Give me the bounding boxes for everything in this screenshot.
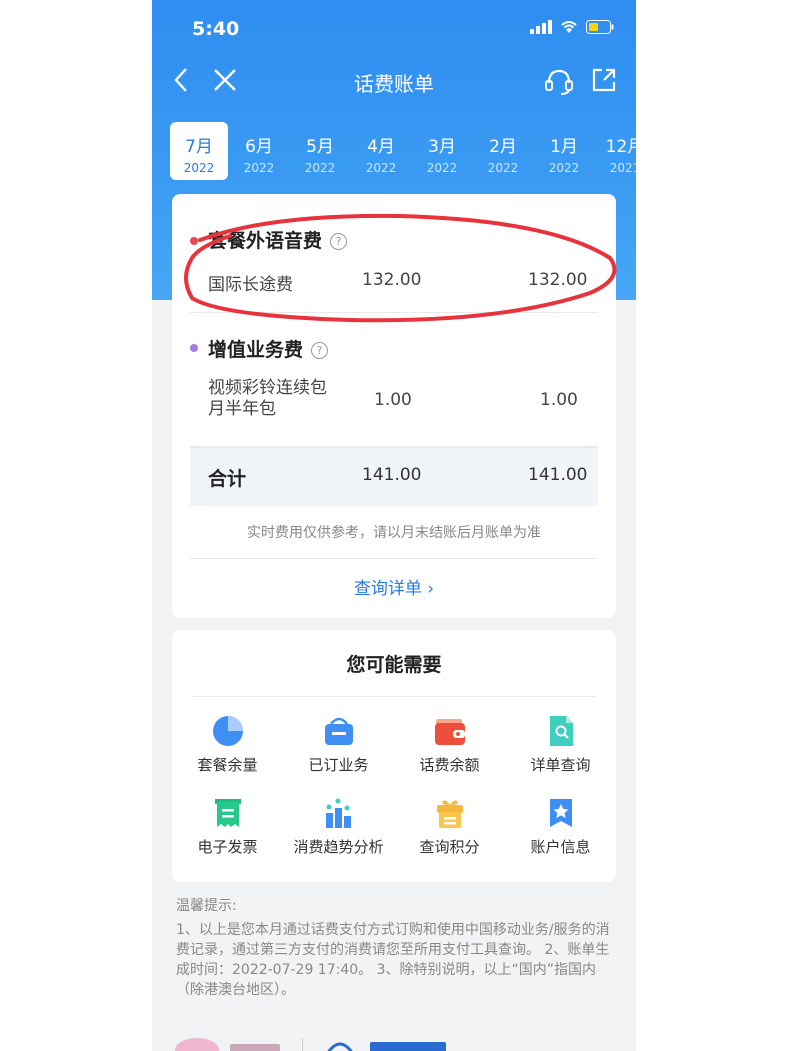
help-icon[interactable]: ? (311, 342, 329, 359)
status-time: 5:40 (192, 18, 240, 40)
section-title: 增值业务费? (208, 335, 329, 362)
tab-month-1[interactable]: 7月 2022 (170, 122, 228, 180)
divider (190, 558, 598, 559)
shortcut-item[interactable]: 详单查询 (505, 714, 616, 775)
logo-strip-icon (175, 1038, 446, 1051)
headset-icon[interactable] (544, 66, 574, 96)
tab-month-2[interactable]: 6月 2022 (229, 122, 289, 180)
status-bar: 5:40 (152, 18, 636, 42)
document-search-icon (549, 716, 573, 746)
footer-logos (152, 1030, 636, 1051)
gift-icon (436, 800, 463, 828)
tips-section: 温馨提示: 1、以上是您本月通过话费支付方式订购和使用中国移动业务/服务的消费记… (176, 896, 616, 1000)
shortcut-item[interactable]: 电子发票 (172, 796, 283, 857)
total-row: 合计 141.00 141.00 (190, 446, 598, 506)
divider (192, 696, 596, 697)
basket-icon (324, 717, 353, 745)
tab-month-4[interactable]: 4月 2022 (351, 122, 411, 180)
shortcut-item[interactable]: 消费趋势分析 (283, 796, 394, 857)
shortcut-item[interactable]: 话费余额 (394, 714, 505, 775)
tab-month-5[interactable]: 3月 2022 (412, 122, 472, 180)
pie-chart-icon (212, 716, 243, 746)
phone-screen: 5:40 话费账单 7月 2022 6月 2022 5月 2022 4月 2022 3月… (152, 0, 636, 1051)
section-title: 您可能需要 (346, 654, 442, 676)
wifi-icon (561, 21, 577, 33)
invoice-icon (214, 799, 241, 827)
bill-row: 视频彩铃连续包 月半年包 1.00 1.00 (208, 378, 578, 419)
nav-bar: 话费账单 (152, 62, 636, 102)
shortcut-item[interactable]: 账户信息 (505, 796, 616, 857)
wallet-icon (434, 719, 465, 745)
share-icon[interactable] (590, 66, 618, 94)
star-badge-icon (549, 799, 572, 827)
shortcut-item[interactable]: 套餐余量 (172, 714, 283, 775)
tab-month-3[interactable]: 5月 2022 (290, 122, 350, 180)
section-dot (190, 344, 198, 352)
month-tabs: 7月 2022 6月 2022 5月 2022 4月 2022 3月 2022 2月 202… (170, 122, 636, 182)
bill-note: 实时费用仅供参考，请以月末结账后月账单为准 (247, 525, 541, 541)
bar-stars-icon (325, 798, 351, 828)
battery-icon (586, 20, 614, 34)
you-may-need-card: 您可能需要 套餐余量 已订业务 话费余额 详单查询 电子发票 消费趋势分析 查询… (172, 630, 616, 882)
shortcut-item[interactable]: 查询积分 (394, 796, 505, 857)
tips-title: 温馨提示: (176, 898, 237, 914)
signal-icon (530, 20, 552, 34)
tab-month-8[interactable]: 12月2021 (595, 122, 636, 180)
tips-body: 1、以上是您本月通过话费支付方式订购和使用中国移动业务/服务的消费记录，通过第三… (176, 922, 610, 998)
red-annotation-circle-icon (184, 213, 617, 323)
tab-month-7[interactable]: 1月 2022 (534, 122, 594, 180)
tab-month-6[interactable]: 2月 2022 (473, 122, 533, 180)
query-detail-link[interactable]: 查询详单 › (172, 574, 616, 599)
shortcut-item[interactable]: 已订业务 (283, 714, 394, 775)
